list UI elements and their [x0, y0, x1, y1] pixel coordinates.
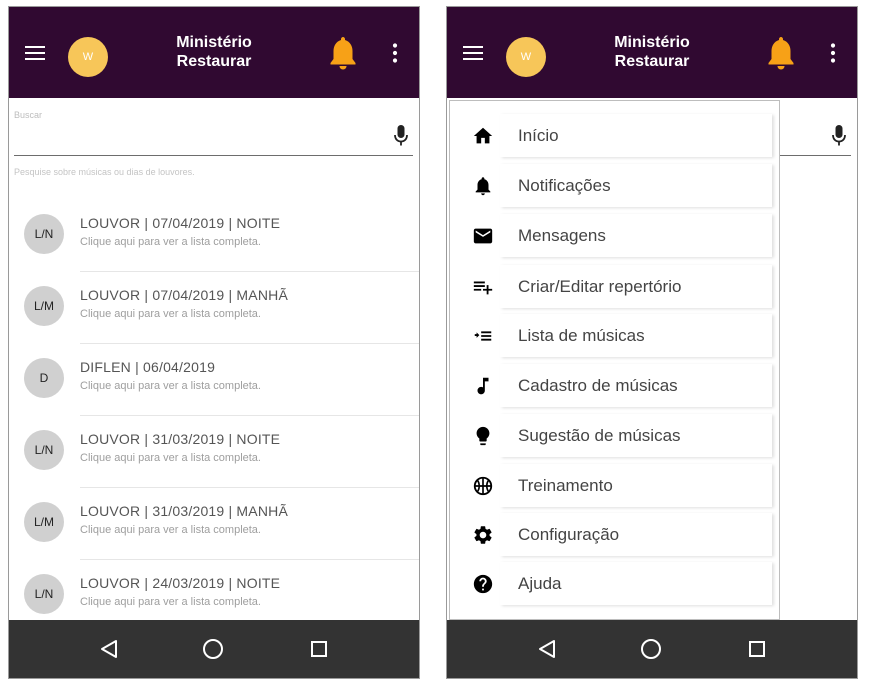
worship-list: L/N LOUVOR | 07/04/2019 | NOITE Clique a…	[9, 200, 419, 632]
drawer-item-ajuda[interactable]: Ajuda	[450, 559, 779, 609]
drawer-item-label: Criar/Editar repertório	[518, 277, 682, 296]
playlist-play-icon	[474, 331, 492, 341]
list-avatar: D	[24, 358, 64, 398]
recent-apps-icon[interactable]	[748, 640, 766, 658]
back-icon[interactable]	[100, 639, 120, 659]
playlist-add-icon	[473, 281, 493, 295]
avatar[interactable]: W	[68, 37, 108, 77]
home-circle-icon[interactable]	[202, 638, 224, 660]
list-avatar: L/N	[24, 214, 64, 254]
list-item-subtitle: Clique aqui para ver a lista completa.	[80, 236, 261, 248]
phone-screen-drawer: W Ministério Restaurar Início Notificaçõ…	[446, 6, 858, 679]
drawer-item-treinamento[interactable]: Treinamento	[450, 461, 779, 511]
list-avatar: L/N	[24, 430, 64, 470]
drawer-item-label: Configuração	[518, 525, 620, 544]
list-item-subtitle: Clique aqui para ver a lista completa.	[80, 452, 261, 464]
mic-icon[interactable]	[832, 125, 846, 147]
drawer-item-cadastro-de-musicas[interactable]: Cadastro de músicas	[450, 361, 779, 411]
list-item[interactable]: L/M LOUVOR | 07/04/2019 | MANHÃ Clique a…	[9, 272, 419, 344]
navigation-drawer: Início Notificações Mensagens Criar/Edit…	[449, 100, 780, 620]
search-hint: Pesquise sobre músicas ou dias de louvor…	[14, 167, 195, 177]
drawer-item-label: Cadastro de músicas	[518, 376, 678, 395]
home-icon	[473, 127, 493, 144]
list-item-title: LOUVOR | 24/03/2019 | NOITE	[80, 575, 281, 591]
lightbulb-icon	[476, 426, 490, 446]
list-item-subtitle: Clique aqui para ver a lista completa.	[80, 308, 261, 320]
list-item-subtitle: Clique aqui para ver a lista completa.	[80, 380, 261, 392]
app-title-line1: Ministério	[614, 34, 690, 51]
mail-icon	[473, 228, 493, 244]
list-item[interactable]: D DIFLEN | 06/04/2019 Clique aqui para v…	[9, 344, 419, 416]
app-title-line2: Restaurar	[176, 53, 252, 70]
bell-icon[interactable]	[767, 35, 795, 71]
search-underline	[14, 155, 413, 156]
drawer-item-notificacoes[interactable]: Notificações	[450, 161, 779, 211]
drawer-item-configuracao[interactable]: Configuração	[450, 510, 779, 560]
search-label: Buscar	[14, 110, 43, 120]
list-item-title: DIFLEN | 06/04/2019	[80, 359, 216, 375]
drawer-item-sugestao-de-musicas[interactable]: Sugestão de músicas	[450, 411, 779, 461]
phone-screen-main: W Ministério Restaurar Buscar Pesquise s…	[8, 6, 420, 679]
list-item-title: LOUVOR | 07/04/2019 | MANHÃ	[80, 287, 288, 303]
more-vert-icon[interactable]	[392, 43, 398, 63]
drawer-item-label: Mensagens	[518, 226, 606, 245]
drawer-item-label: Ajuda	[518, 574, 562, 593]
list-item[interactable]: L/N LOUVOR | 07/04/2019 | NOITE Clique a…	[9, 200, 419, 272]
list-item-title: LOUVOR | 31/03/2019 | MANHÃ	[80, 503, 288, 519]
list-item-title: LOUVOR | 07/04/2019 | NOITE	[80, 215, 281, 231]
drawer-item-inicio[interactable]: Início	[450, 111, 779, 161]
bell-icon	[475, 177, 491, 196]
app-title: Ministério Restaurar	[159, 33, 269, 71]
music-note-icon	[477, 377, 489, 395]
drawer-item-lista-de-musicas[interactable]: Lista de músicas	[450, 311, 779, 361]
back-icon[interactable]	[538, 639, 558, 659]
search-input[interactable]	[14, 124, 378, 152]
avatar[interactable]: W	[506, 37, 546, 77]
hamburger-menu-icon[interactable]	[25, 46, 45, 62]
app-bar: W Ministério Restaurar	[447, 7, 857, 98]
home-circle-icon[interactable]	[640, 638, 662, 660]
app-bar: W Ministério Restaurar	[9, 7, 419, 98]
android-nav-bar	[447, 620, 857, 678]
gear-icon	[474, 526, 492, 544]
android-nav-bar	[9, 620, 419, 678]
hamburger-menu-icon[interactable]	[463, 46, 483, 62]
basketball-icon	[473, 476, 493, 496]
app-title: Ministério Restaurar	[597, 33, 707, 71]
list-item-subtitle: Clique aqui para ver a lista completa.	[80, 524, 261, 536]
help-icon	[473, 574, 493, 594]
drawer-item-label: Lista de músicas	[518, 326, 645, 345]
mic-icon[interactable]	[394, 125, 408, 147]
drawer-item-mensagens[interactable]: Mensagens	[450, 211, 779, 261]
bell-icon[interactable]	[329, 35, 357, 71]
list-item-subtitle: Clique aqui para ver a lista completa.	[80, 596, 261, 608]
search-underline	[777, 155, 851, 156]
list-item[interactable]: L/M LOUVOR | 31/03/2019 | MANHÃ Clique a…	[9, 488, 419, 560]
drawer-item-label: Sugestão de músicas	[518, 426, 681, 445]
list-avatar: L/N	[24, 574, 64, 614]
list-item-title: LOUVOR | 31/03/2019 | NOITE	[80, 431, 281, 447]
recent-apps-icon[interactable]	[310, 640, 328, 658]
app-title-line2: Restaurar	[614, 53, 690, 70]
list-item[interactable]: L/N LOUVOR | 31/03/2019 | NOITE Clique a…	[9, 416, 419, 488]
list-avatar: L/M	[24, 502, 64, 542]
more-vert-icon[interactable]	[830, 43, 836, 63]
drawer-item-label: Treinamento	[518, 476, 613, 495]
app-title-line1: Ministério	[176, 34, 252, 51]
drawer-item-label: Início	[518, 126, 559, 145]
drawer-item-criar-editar-repertorio[interactable]: Criar/Editar repertório	[450, 262, 779, 312]
list-avatar: L/M	[24, 286, 64, 326]
drawer-item-label: Notificações	[518, 176, 611, 195]
